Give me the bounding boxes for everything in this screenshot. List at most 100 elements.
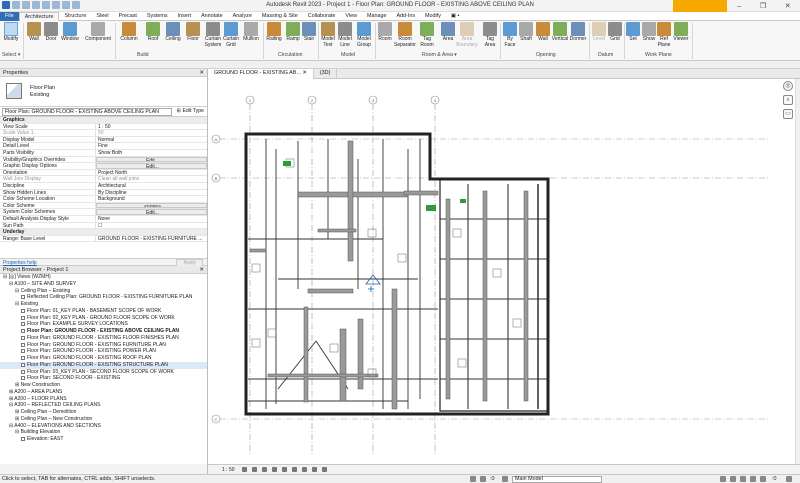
area-boundary-button[interactable]: Area Boundary [456,22,478,48]
component-button[interactable]: Component [83,22,113,43]
browser-tree-node[interactable]: ⊟ A400 – ELEVATIONS AND SECTIONS [0,423,207,430]
property-value[interactable]: Background [96,196,207,201]
tab-precast[interactable]: Precast [114,12,142,21]
property-group-header[interactable]: Graphics [0,117,207,124]
tag-room-button[interactable]: Tag Room [418,22,436,48]
maximize-button[interactable]: ❐ [760,2,766,10]
filter-icon[interactable] [786,476,792,482]
property-value[interactable]: By Discipline [96,190,207,195]
browser-tree-node[interactable]: Floor Plan: GROUND FLOOR - EXISTING FURN… [0,342,207,349]
browser-tree-node[interactable]: ⊟ Ceiling Plan – Existing [0,288,207,295]
stair-button[interactable]: Stair [301,22,317,43]
temporary-hide-icon[interactable] [312,467,317,472]
ceiling-button[interactable]: Ceiling [163,22,183,43]
model-line-button[interactable]: Model Line [337,22,353,48]
wall-button[interactable]: Wall [26,22,42,43]
ribbon-panel-label[interactable]: Opening [536,52,556,58]
browser-tree-node[interactable]: ⊟ Building Elevation [0,429,207,436]
close-icon[interactable]: ✕ [199,70,204,76]
view-scale[interactable]: 1 : 50 [222,467,235,473]
type-selector[interactable]: Floor Plan Existing [0,77,207,107]
grid-button[interactable]: Grid [608,22,622,43]
property-value[interactable]: ☐ [96,223,207,228]
shaft-button[interactable]: Shaft [518,22,534,43]
column-button[interactable]: Column [118,22,140,43]
browser-tree-node[interactable]: Floor Plan: GROUND FLOOR - EXISTING STRU… [0,361,207,369]
ramp-button[interactable]: Ramp [285,22,301,43]
close-icon[interactable]: ✕ [199,267,204,273]
dormer-button[interactable]: Dormer [569,22,587,43]
railing-button[interactable]: Railing [265,22,283,43]
area-button[interactable]: Area [440,22,456,43]
sign-in-region[interactable] [673,0,727,12]
steering-wheel-icon[interactable]: ◎ [783,81,793,91]
window-button[interactable]: Window [59,22,81,43]
browser-tree-node[interactable]: Floor Plan: 01_KEY PLAN - BASEMENT SCOPE… [0,308,207,315]
property-group-header[interactable]: Underlay [0,229,207,236]
browser-tree-node[interactable]: Floor Plan: GROUND FLOOR - EXISTING ABOV… [0,328,207,335]
minimize-button[interactable]: – [737,3,741,10]
design-options-icon[interactable] [480,476,486,482]
property-edit-button[interactable]: Edit... [96,163,207,169]
browser-tree-node[interactable]: ⊟ [◎] Views (WZMH) [0,274,207,281]
tab-manage[interactable]: Manage [362,12,391,21]
browser-tree-node[interactable]: ⊞ A200 – FLOOR PLANS [0,396,207,403]
property-value[interactable]: Project North [96,170,207,175]
tab-massing-site[interactable]: Massing & Site [257,12,303,21]
browser-tree-node[interactable]: Floor Plan: GROUND FLOOR - EXISTING ROOF… [0,355,207,362]
drag-elements-icon[interactable] [760,476,766,482]
browser-tree-node[interactable]: ⊟ Existing [0,301,207,308]
select-underlay-icon[interactable] [730,476,736,482]
curtain-system-button[interactable]: Curtain System [203,22,223,48]
property-value[interactable]: GROUND FLOOR - EXISTING FURNITURE ... [96,236,207,241]
show-button[interactable]: Show [642,22,656,43]
sun-path-icon[interactable] [262,467,267,472]
property-value[interactable]: 50 [96,130,207,135]
room-button[interactable]: Room [377,22,393,43]
close-button[interactable]: ✕ [785,2,791,10]
by-face-button[interactable]: By Face [502,22,518,48]
edit-type-button[interactable]: ⊞ Edit Type [177,108,204,115]
tab-analyze[interactable]: Analyze [228,12,257,21]
select-links-icon[interactable] [720,476,726,482]
tab-steel[interactable]: Steel [91,12,113,21]
ribbon-panel-label[interactable]: Circulation [278,52,303,58]
roof-button[interactable]: Roof [145,22,161,43]
select-by-face-icon[interactable] [750,476,756,482]
wall-button[interactable]: Wall [535,22,551,43]
zoom-region-icon[interactable]: ▭ [783,109,793,119]
curtain-grid-button[interactable]: Curtain Grid [222,22,240,48]
tab-file[interactable]: File [0,12,19,21]
browser-tree-node[interactable]: ⊞ A200 – AREA PLANS [0,389,207,396]
tab-structure[interactable]: Structure [59,12,91,21]
worksets-icon[interactable] [470,476,476,482]
tab-view[interactable]: View [340,12,362,21]
property-value[interactable]: Architectural [96,183,207,188]
viewer-button[interactable]: Viewer [672,22,690,43]
property-edit-button[interactable]: <none> [96,202,207,209]
instance-selector-dropdown[interactable]: Floor Plan: GROUND FLOOR - EXISTING ABOV… [2,108,172,116]
property-edit-button[interactable]: Edit... [96,209,207,215]
browser-tree-node[interactable]: Floor Plan: 02_KEY PLAN - GROUND FLOOR S… [0,315,207,322]
shadows-icon[interactable] [272,467,277,472]
tab-add-ins[interactable]: Add-Ins [391,12,420,21]
set-button[interactable]: Set [626,22,640,43]
level-button[interactable]: Level [591,22,607,43]
door-button[interactable]: Door [43,22,59,43]
mullion-button[interactable]: Mullion [241,22,261,43]
tag-area-button[interactable]: Tag Area [482,22,498,48]
reveal-hidden-icon[interactable] [322,467,327,472]
property-value[interactable]: 1 : 50 [96,124,207,129]
tab-ground-floor-view[interactable]: GROUND FLOOR - EXISTING AB... ✕ [208,69,314,79]
browser-tree-node[interactable]: Floor Plan: 03_KEY PLAN - SECOND FLOOR S… [0,369,207,376]
browser-tree-node[interactable]: Elevation: EAST [0,436,207,443]
browser-tree-node[interactable]: Floor Plan: EXAMPLE SURVEY LOCATIONS [0,321,207,328]
browser-tree-node[interactable]: ⊟ A100 – SITE AND SURVEY [0,281,207,288]
property-value[interactable]: Show Both [96,150,207,155]
show-crop-icon[interactable] [292,467,297,472]
browser-tree-node[interactable]: ⊞ Ceiling Plan – Demolition [0,409,207,416]
crop-view-icon[interactable] [282,467,287,472]
modify-button[interactable]: Modify [2,22,20,43]
editable-only-icon[interactable] [502,476,508,482]
tab-insert[interactable]: Insert [173,12,196,21]
